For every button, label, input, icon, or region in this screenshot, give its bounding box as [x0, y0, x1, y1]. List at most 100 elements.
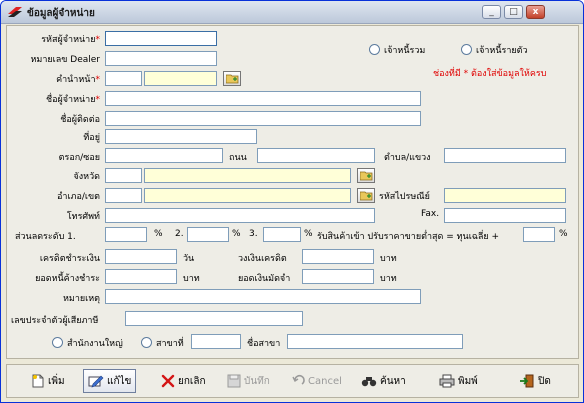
- fax-label: Fax.: [421, 209, 440, 219]
- vendor-window: ข้อมูลผู้จำหน่าย _ □ x รหัสผู้จำหน่าย* เ…: [0, 0, 584, 403]
- app-logo-icon: [8, 7, 22, 17]
- fax-input[interactable]: [444, 208, 566, 223]
- subdistrict-input[interactable]: [444, 148, 566, 163]
- branch-radio[interactable]: [141, 337, 152, 348]
- postcode-input[interactable]: [444, 188, 566, 203]
- discount-2-pct: %: [232, 229, 241, 239]
- edit-button[interactable]: แก้ไข: [83, 369, 137, 393]
- markup-input[interactable]: [523, 227, 555, 242]
- save-button[interactable]: บันทึก: [223, 369, 274, 393]
- vendor-name-label: ชื่อผู้จำหน่าย*: [45, 95, 100, 105]
- road-input[interactable]: [257, 148, 375, 163]
- edit-icon: [88, 375, 104, 388]
- credit-term-input[interactable]: [105, 249, 177, 264]
- tax-id-label: เลขประจำตัวผู้เสียภาษี: [11, 316, 99, 326]
- cancel-item-label: ยกเลิก: [178, 375, 206, 387]
- province-lookup-button[interactable]: [357, 168, 375, 183]
- vendor-code-input[interactable]: [105, 31, 217, 46]
- phone-input[interactable]: [105, 208, 375, 223]
- creditor-combined-label: เจ้าหนี้รวม: [384, 46, 426, 56]
- vendor-form: รหัสผู้จำหน่าย* เจ้าหนี้รวม เจ้าหนี้รายต…: [6, 25, 579, 359]
- credit-limit-label: วงเงินเครดิต: [238, 254, 287, 264]
- district-label: อำเภอ/เขต: [57, 192, 100, 202]
- discount-1-input[interactable]: [105, 227, 147, 242]
- district-code-input[interactable]: [105, 188, 142, 203]
- discount-2-input[interactable]: [187, 227, 229, 242]
- head-office-label: สำนักงานใหญ่: [67, 339, 123, 349]
- prefix-label: คำนำหน้า*: [56, 75, 100, 85]
- credit-limit-input[interactable]: [302, 249, 374, 264]
- printer-icon: [439, 374, 455, 388]
- action-toolbar: เพิ่ม แก้ไข ยกเลิก บันทึก Cancel ค้นหา พ…: [6, 364, 579, 398]
- min-price-note: รับสินค้าเข้า ปรับราคาขายต่ำสุด = ทุนเฉล…: [317, 232, 500, 242]
- outstanding-label: ยอดหนี้ค้างชำระ: [35, 274, 100, 284]
- binoculars-icon: [361, 377, 377, 387]
- creditor-combined-radio[interactable]: [369, 44, 380, 55]
- day-unit: วัน: [183, 254, 195, 264]
- search-button[interactable]: ค้นหา: [357, 369, 410, 393]
- required-notice: ช่องที่มี * ต้องใส่ข้อมูลให้ครบ: [433, 69, 547, 79]
- markup-pct: %: [559, 229, 568, 239]
- cancel-label: Cancel: [308, 375, 342, 387]
- add-button[interactable]: เพิ่ม: [27, 369, 69, 393]
- minimize-button[interactable]: _: [482, 5, 501, 19]
- search-label: ค้นหา: [380, 375, 406, 387]
- postcode-label: รหัสไปรษณีย์: [379, 192, 430, 202]
- maximize-button[interactable]: □: [504, 5, 523, 19]
- creditor-individual-label: เจ้าหนี้รายตัว: [476, 46, 528, 56]
- prefix-code-input[interactable]: [105, 71, 142, 86]
- district-name-display: [144, 188, 351, 203]
- new-document-icon: [32, 374, 44, 388]
- discount-3-input[interactable]: [263, 227, 301, 242]
- folder-icon: [360, 191, 373, 201]
- discount-1-pct: %: [154, 229, 163, 239]
- contact-label: ชื่อผู้ติดต่อ: [60, 115, 100, 125]
- district-lookup-button[interactable]: [357, 188, 375, 203]
- tax-id-input[interactable]: [125, 311, 303, 326]
- discount-1-label: ส่วนลดระดับ 1.: [15, 232, 76, 242]
- save-disk-icon: [227, 374, 241, 388]
- outstanding-unit: บาท: [183, 274, 200, 284]
- add-label: เพิ่ม: [48, 375, 65, 387]
- folder-icon: [226, 74, 239, 84]
- contact-input[interactable]: [105, 111, 421, 126]
- cancel-button[interactable]: Cancel: [287, 369, 346, 393]
- save-label: บันทึก: [244, 375, 270, 387]
- branch-no-input[interactable]: [191, 334, 241, 349]
- credit-term-label: เครดิตชำระเงิน: [39, 254, 100, 264]
- vendor-code-label: รหัสผู้จำหน่าย*: [41, 35, 100, 45]
- outstanding-input[interactable]: [105, 269, 177, 284]
- credit-limit-unit: บาท: [380, 254, 397, 264]
- prefix-lookup-button[interactable]: [223, 71, 241, 86]
- deposit-input[interactable]: [302, 269, 374, 284]
- discount-2-label: 2.: [175, 229, 184, 239]
- close-label: ปิด: [538, 375, 551, 387]
- head-office-radio[interactable]: [52, 337, 63, 348]
- remark-label: หมายเหตุ: [62, 294, 100, 304]
- delete-x-icon: [161, 374, 175, 388]
- close-window-button[interactable]: x: [526, 5, 545, 19]
- road-label: ถนน: [229, 153, 247, 163]
- soi-input[interactable]: [105, 148, 223, 163]
- branch-name-input[interactable]: [287, 334, 463, 349]
- address-label: ที่อยู่: [83, 133, 100, 143]
- window-title: ข้อมูลผู้จำหน่าย: [27, 8, 95, 19]
- print-button[interactable]: พิมพ์: [435, 369, 482, 393]
- edit-label: แก้ไข: [107, 375, 132, 387]
- discount-3-label: 3.: [249, 229, 258, 239]
- cancel-item-button[interactable]: ยกเลิก: [157, 369, 210, 393]
- title-bar: ข้อมูลผู้จำหน่าย _ □ x: [1, 1, 583, 24]
- remark-input[interactable]: [105, 289, 421, 304]
- close-button[interactable]: ปิด: [515, 369, 555, 393]
- subdistrict-label: ตำบล/แขวง: [384, 153, 431, 163]
- dealer-no-label: หมายเลข Dealer: [30, 55, 100, 65]
- province-code-input[interactable]: [105, 168, 142, 183]
- province-label: จังหวัด: [73, 172, 101, 182]
- phone-label: โทรศัพท์: [66, 212, 100, 222]
- print-label: พิมพ์: [458, 375, 478, 387]
- dealer-no-input[interactable]: [105, 51, 217, 66]
- deposit-unit: บาท: [380, 274, 397, 284]
- vendor-name-input[interactable]: [105, 91, 421, 106]
- creditor-individual-radio[interactable]: [461, 44, 472, 55]
- address-input[interactable]: [105, 129, 257, 144]
